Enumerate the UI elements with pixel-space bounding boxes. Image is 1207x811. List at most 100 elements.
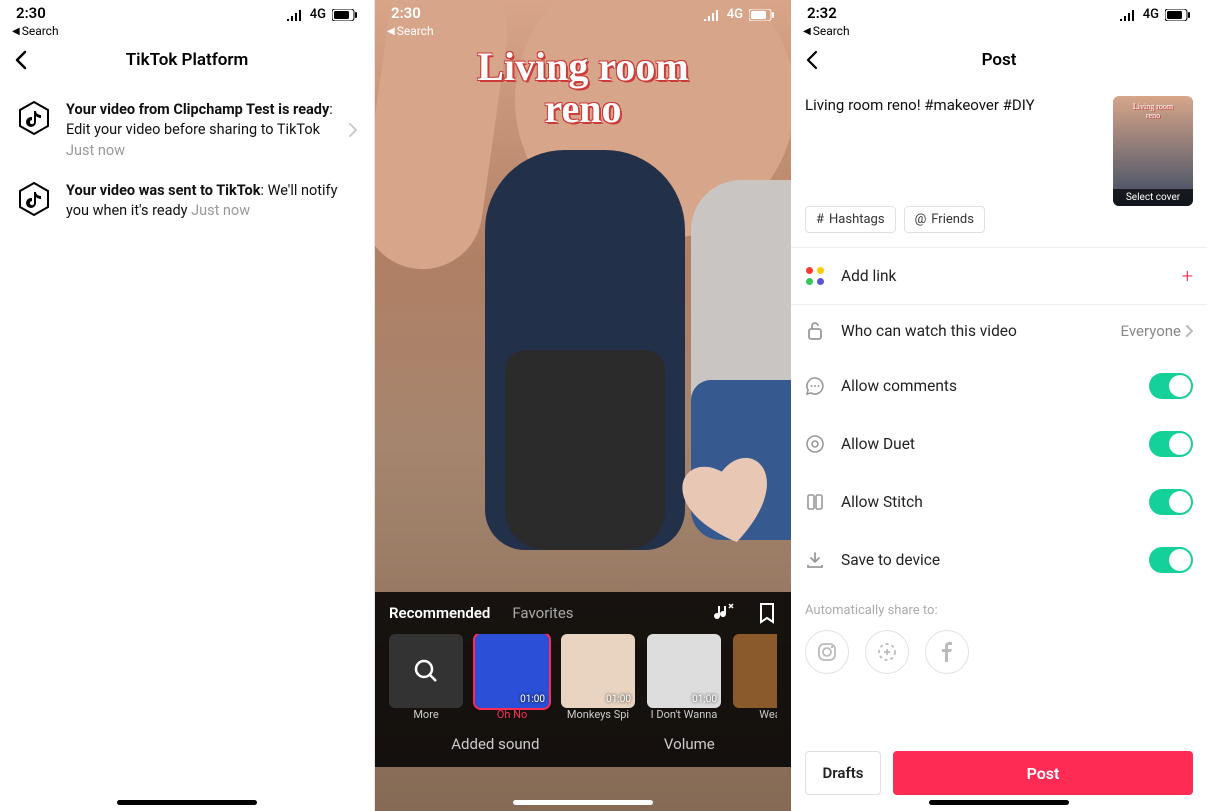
home-indicator [513, 800, 653, 805]
instagram-icon [816, 641, 838, 663]
share-instagram[interactable] [805, 630, 849, 674]
sound-label: Oh No [475, 708, 549, 721]
share-facebook[interactable] [925, 630, 969, 674]
comment-icon [805, 376, 825, 396]
volume-button[interactable]: Volume [664, 735, 715, 753]
notification-list: Your video from Clipchamp Test is ready:… [0, 82, 374, 239]
screen-post: 2:32 4G ◀ Search Post Living room reno! … [791, 0, 1207, 811]
row-allow-stitch[interactable]: Allow Stitch [791, 473, 1207, 531]
notification-time: Just now [191, 202, 250, 219]
signal-icon [703, 9, 721, 21]
toggle-duet[interactable] [1149, 431, 1193, 457]
toggle-stitch[interactable] [1149, 489, 1193, 515]
hashtags-chip[interactable]: # Hashtags [805, 206, 896, 233]
share-icons [805, 630, 1193, 674]
tiktok-hex-icon [16, 100, 52, 136]
status-bar: 2:30 4G [375, 0, 791, 22]
row-value: Everyone [1121, 322, 1193, 340]
row-label: Who can watch this video [841, 322, 1105, 340]
search-breadcrumb[interactable]: ◀ Search [791, 22, 1207, 38]
search-breadcrumb-label: Search [22, 24, 59, 38]
sound-duration: 01:00 [692, 694, 717, 705]
sound-item[interactable]: 01:00 Wea [733, 634, 777, 721]
row-label: Allow Stitch [841, 493, 1133, 511]
search-icon [412, 657, 440, 685]
sound-bottom-options: Added sound Volume [389, 721, 777, 761]
stories-icon [876, 641, 898, 663]
chevron-right-icon [348, 122, 358, 138]
tab-recommended[interactable]: Recommended [389, 604, 490, 622]
row-add-link[interactable]: Add link + [791, 248, 1207, 304]
status-network: 4G [310, 7, 326, 22]
download-icon [805, 550, 825, 570]
music-cut-icon[interactable] [713, 602, 735, 624]
sound-item-selected[interactable]: 01:00 Oh No [475, 634, 549, 721]
chevron-right-icon [1185, 324, 1193, 338]
nav-bar: Post [791, 38, 1207, 82]
battery-icon [332, 9, 358, 21]
sound-label: More [389, 708, 463, 721]
search-breadcrumb[interactable]: ◀ Search [0, 22, 374, 38]
lock-icon [805, 321, 825, 341]
friends-chip[interactable]: @ Friends [904, 206, 985, 233]
share-stories[interactable] [865, 630, 909, 674]
notification-text: Your video from Clipchamp Test is ready:… [66, 100, 334, 161]
sound-duration: 01:00 [520, 694, 545, 705]
sound-item[interactable]: 01:00 I Don't Wanna [647, 634, 721, 721]
home-indicator [929, 800, 1069, 805]
notification-item[interactable]: Your video was sent to TikTok: We'll not… [0, 171, 374, 232]
tiktok-hex-icon [16, 181, 52, 217]
row-label: Add link [841, 267, 1166, 285]
status-time: 2:32 [807, 4, 837, 22]
status-network: 4G [727, 7, 743, 22]
status-bar: 2:32 4G [791, 0, 1207, 22]
row-privacy[interactable]: Who can watch this video Everyone [791, 305, 1207, 357]
search-breadcrumb[interactable]: ◀ Search [375, 22, 791, 38]
page-title: Post [791, 50, 1207, 70]
page-title: TikTok Platform [0, 50, 374, 70]
share-hint: Automatically share to: [805, 603, 1193, 618]
post-button[interactable]: Post [893, 751, 1193, 795]
row-label: Allow comments [841, 377, 1133, 395]
cover-thumbnail[interactable]: Living roomreno Select cover [1113, 96, 1193, 206]
notification-title: Your video was sent to TikTok [66, 182, 260, 199]
sound-item[interactable]: 01:00 Monkeys Spi [561, 634, 635, 721]
sound-list[interactable]: More 01:00 Oh No 01:00 Monkeys Spi 01:00… [389, 634, 777, 721]
search-breadcrumb-label: Search [813, 24, 850, 38]
back-triangle-icon: ◀ [12, 26, 20, 37]
apps-icon [806, 267, 824, 285]
person-figure [485, 150, 685, 550]
duet-icon [805, 434, 825, 454]
home-indicator [117, 800, 257, 805]
select-cover-label: Select cover [1113, 189, 1193, 206]
sound-label: Monkeys Spi [561, 708, 635, 721]
overlay-line-1: Living room [375, 46, 791, 88]
nav-bar: TikTok Platform [0, 38, 374, 82]
row-save-device[interactable]: Save to device [791, 531, 1207, 589]
row-label: Allow Duet [841, 435, 1133, 453]
row-allow-duet[interactable]: Allow Duet [791, 415, 1207, 473]
screen-inbox: 2:30 4G ◀ Search TikTok Platform Your vi… [0, 0, 375, 811]
drafts-button[interactable]: Drafts [805, 751, 881, 795]
notification-item[interactable]: Your video from Clipchamp Test is ready:… [0, 90, 374, 171]
chip-label: Hashtags [829, 212, 885, 227]
toggle-comments[interactable] [1149, 373, 1193, 399]
notification-title: Your video from Clipchamp Test is ready [66, 101, 329, 118]
plus-icon: + [1182, 264, 1193, 288]
battery-icon [749, 9, 775, 21]
cover-mini-text: Living roomreno [1113, 102, 1193, 120]
facebook-icon [936, 641, 958, 663]
sound-more[interactable]: More [389, 634, 463, 721]
row-label: Save to device [841, 551, 1133, 569]
caption-input[interactable]: Living room reno! #makeover #DIY [805, 96, 1103, 206]
tab-favorites[interactable]: Favorites [512, 604, 573, 622]
back-triangle-icon: ◀ [803, 26, 811, 37]
status-time: 2:30 [391, 4, 421, 22]
toggle-save[interactable] [1149, 547, 1193, 573]
stitch-icon [805, 492, 825, 512]
row-allow-comments[interactable]: Allow comments [791, 357, 1207, 415]
back-triangle-icon: ◀ [387, 26, 395, 37]
added-sound-button[interactable]: Added sound [451, 735, 539, 753]
bookmark-icon[interactable] [757, 602, 777, 624]
battery-icon [1165, 9, 1191, 21]
